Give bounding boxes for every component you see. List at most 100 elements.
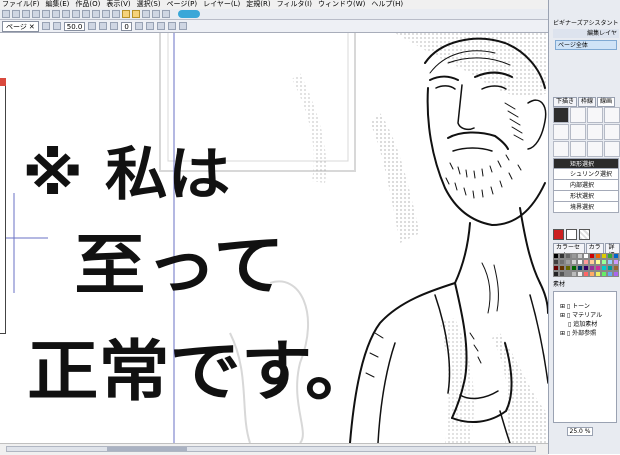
option-inner-select[interactable]: 内部選択 [553,180,619,191]
zoom-field[interactable]: 50.0 [63,21,86,31]
pen-tool-icon[interactable] [587,107,603,123]
ruler-icon[interactable] [102,10,110,18]
tone-icon[interactable] [122,10,130,18]
zoom-out-icon[interactable] [41,22,50,30]
undo-icon[interactable] [72,10,80,18]
text-tool-icon[interactable] [604,141,620,157]
save-icon[interactable] [22,10,30,18]
menu-ruler[interactable]: 定規(R) [246,0,270,9]
tool-tabs: 下描き 枠線 線画 [553,97,616,107]
paste-icon[interactable] [62,10,70,18]
tab-sketch[interactable]: 下描き [553,97,578,107]
print-icon[interactable] [32,10,40,18]
tab-lineart[interactable]: 線画 [597,97,616,107]
menu-select[interactable]: 選択(S) [137,0,161,9]
material-tree-panel: ⊞ ▯ トーン ⊞ ▯ マテリアル ▯ 追加素材 ⊞ ▯ 外部参照 [553,291,617,423]
handwritten-line-2: 至って [74,227,285,304]
tree-item-material[interactable]: ⊞ ▯ マテリアル [560,311,602,320]
eyedropper-tool-icon[interactable] [553,141,569,157]
transparent-swatch[interactable] [579,229,590,240]
tree-item-added[interactable]: ▯ 追加素材 [560,320,602,329]
menu-bar: ファイル(F) 編集(E) 作品(O) 表示(V) 選択(S) ページ(P) レ… [0,0,620,9]
scrollbar-thumb[interactable] [107,447,187,451]
eraser-tool-icon[interactable] [570,124,586,140]
zoom-in-icon[interactable] [52,22,61,30]
copy-icon[interactable] [52,10,60,18]
menu-file[interactable]: ファイル(F) [2,0,40,9]
menu-edit[interactable]: 編集(E) [46,0,70,9]
selection-tool-icon[interactable] [553,107,569,123]
fill-tool-icon[interactable] [587,124,603,140]
color-swatches [553,229,590,240]
fit-icon[interactable] [152,10,160,18]
tool-grid [553,107,620,157]
grid-icon[interactable] [92,10,100,18]
material-tree: ⊞ ▯ トーン ⊞ ▯ マテリアル ▯ 追加素材 ⊞ ▯ 外部参照 [560,302,602,338]
sub-color-swatch[interactable] [566,229,577,240]
layer-icon[interactable] [112,10,120,18]
assistant-toggle-icon[interactable] [178,10,200,18]
menu-filter[interactable]: フィルタ(I) [277,0,312,9]
option-border-select[interactable]: 境界選択 [553,202,619,213]
move-tool-icon[interactable] [604,124,620,140]
canvas[interactable]: ※ 私は 至って 正常です。 [0,33,548,443]
panel-title: ビギナーズアシスタント [553,20,619,27]
redo-icon[interactable] [82,10,90,18]
display-icon[interactable] [178,22,187,30]
lasso-tool-icon[interactable] [570,107,586,123]
option-shape-select[interactable]: 形状選択 [553,191,619,202]
assistant-panel: ビギナーズアシスタント 編集レイヤ ページ全体 下描き 枠線 線画 矩形選択 シ… [548,0,620,454]
material-title: 素材 [553,281,566,288]
tree-item-tone[interactable]: ⊞ ▯ トーン [560,302,602,311]
preview-icon[interactable] [142,10,150,18]
brush-tool-icon[interactable] [553,124,569,140]
material-zoom[interactable]: 25.0 % [567,427,593,436]
view-toolbar: ページ ✕ 50.0 0 [0,20,548,33]
hand-tool-icon[interactable] [570,141,586,157]
color-palette[interactable] [553,253,619,277]
snap-icon[interactable] [167,22,176,30]
pencil-tool-icon[interactable] [604,107,620,123]
rotate-right-icon[interactable] [110,22,119,30]
rotate-left-icon[interactable] [99,22,108,30]
handwritten-line-1: ※ 私は [22,140,231,208]
tab-page[interactable]: ページ ✕ [2,20,39,32]
menu-view[interactable]: 表示(V) [106,0,130,9]
menu-page[interactable]: ページ(P) [167,0,198,9]
page-all-item[interactable]: ページ全体 [555,40,617,50]
hand-icon[interactable] [162,10,170,18]
rotate-field[interactable]: 0 [121,21,132,31]
frame-icon[interactable] [132,10,140,18]
option-rect-select[interactable]: 矩形選択 [553,158,619,169]
option-shrink-select[interactable]: シュリンク選択 [553,169,619,180]
menu-window[interactable]: ウィンドウ(W) [318,0,365,9]
fit-page-icon[interactable] [88,22,97,30]
panel-header: 編集レイヤ [553,29,619,38]
new-file-icon[interactable] [2,10,10,18]
handwritten-line-3: 正常です。 [27,333,377,410]
tree-item-external-label: 外部参照 [572,330,597,337]
guide-icon[interactable] [156,22,165,30]
tree-item-added-label: 追加素材 [573,321,598,328]
status-bar [0,443,548,455]
cut-icon[interactable] [42,10,50,18]
flip-icon[interactable] [134,22,143,30]
reset-view-icon[interactable] [145,22,154,30]
zoom-tool-icon[interactable] [587,141,603,157]
tab-frame[interactable]: 枠線 [578,97,597,107]
close-icon[interactable]: ✕ [29,22,35,31]
main-toolbar [0,9,548,20]
dialog-edge[interactable] [0,78,6,334]
menu-layer[interactable]: レイヤー(L) [203,0,240,9]
menu-help[interactable]: ヘルプ(H) [371,0,403,9]
main-color-swatch[interactable] [553,229,564,240]
open-icon[interactable] [12,10,20,18]
tree-item-tone-label: トーン [572,303,590,310]
palette-cell[interactable] [613,271,619,277]
horizontal-scrollbar[interactable] [6,446,536,452]
tab-page-label: ページ [6,22,27,31]
selection-options: 矩形選択 シュリンク選択 内部選択 形状選択 境界選択 [553,158,619,213]
tree-item-external[interactable]: ⊞ ▯ 外部参照 [560,329,602,338]
dialog-titlebar[interactable] [0,78,6,86]
menu-work[interactable]: 作品(O) [75,0,100,9]
